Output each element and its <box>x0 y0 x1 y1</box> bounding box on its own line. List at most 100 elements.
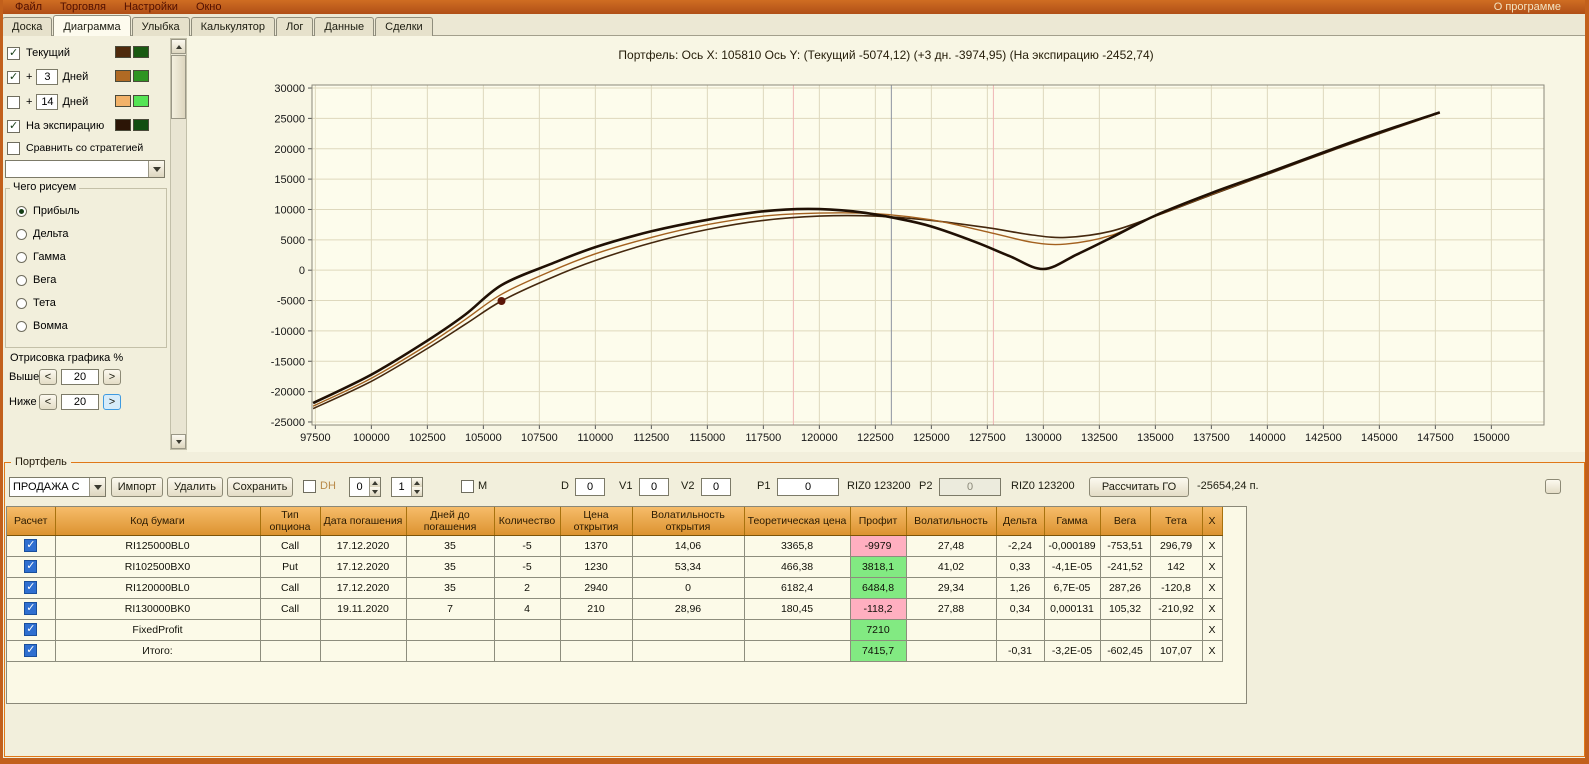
line-checkbox[interactable] <box>7 95 20 109</box>
delete-row-button[interactable]: X <box>1202 640 1223 662</box>
tab[interactable]: Диаграмма <box>53 15 131 36</box>
row-calc-checkbox[interactable] <box>24 601 38 615</box>
column-header[interactable]: Дельта <box>996 507 1045 536</box>
import-button[interactable]: Импорт <box>111 477 163 497</box>
greek-color-swatch[interactable] <box>133 95 149 107</box>
row-calc-checkbox[interactable] <box>24 538 38 552</box>
decrease-button[interactable]: < <box>39 369 57 385</box>
line-checkbox[interactable] <box>7 46 20 60</box>
menu-item[interactable]: Настройки <box>115 1 187 13</box>
spin-down-button[interactable] <box>412 487 422 496</box>
profit-color-swatch[interactable] <box>115 119 131 131</box>
column-header[interactable]: Профит <box>850 507 907 536</box>
menu-item[interactable]: Файл <box>6 1 51 13</box>
radio-option[interactable]: Вега <box>16 272 56 288</box>
row-calc-checkbox[interactable] <box>24 643 38 657</box>
column-header[interactable]: Гамма <box>1044 507 1101 536</box>
spin-down-button[interactable] <box>370 487 380 496</box>
scrollbar-down-button[interactable] <box>171 434 186 449</box>
radio-button[interactable] <box>16 297 27 309</box>
delete-row-button[interactable]: X <box>1202 556 1223 578</box>
radio-button[interactable] <box>16 228 27 240</box>
radio-option[interactable]: Гамма <box>16 249 66 265</box>
days-input[interactable]: 14 <box>36 94 59 110</box>
tab[interactable]: Калькулятор <box>190 17 276 36</box>
column-header[interactable]: Код бумаги <box>55 507 261 536</box>
increase-button[interactable]: > <box>103 369 121 385</box>
profit-color-swatch[interactable] <box>115 70 131 82</box>
column-header[interactable]: Дней до погашения <box>406 507 495 536</box>
delete-row-button[interactable]: X <box>1202 577 1223 599</box>
v2-field[interactable]: 0 <box>701 478 731 496</box>
days-input[interactable]: 3 <box>36 69 59 85</box>
column-header[interactable]: Теоретическая цена <box>744 507 851 536</box>
row-calc-checkbox[interactable] <box>24 580 38 594</box>
tab[interactable]: Улыбка <box>131 17 190 36</box>
calc-go-button[interactable]: Рассчитать ГО <box>1089 477 1189 497</box>
menu-item-about[interactable]: О программе <box>1485 1 1589 13</box>
v1-field[interactable]: 0 <box>639 478 669 496</box>
row-calc-checkbox[interactable] <box>24 622 38 636</box>
spin-up-button[interactable] <box>370 478 380 487</box>
panel-scrollbar[interactable] <box>170 38 187 450</box>
column-header[interactable]: Волатильность <box>906 507 997 536</box>
save-button[interactable]: Сохранить <box>227 477 293 497</box>
line-checkbox[interactable] <box>7 70 20 84</box>
line-checkbox[interactable] <box>7 119 20 133</box>
dh-spinner-2[interactable]: 1 <box>391 477 423 497</box>
dh-spinner-1[interactable]: 0 <box>349 477 381 497</box>
column-header[interactable]: Волатильность открытия <box>632 507 745 536</box>
payoff-chart[interactable]: 97500 100000 102500 105000 107500 110000 11250… <box>187 36 1585 452</box>
increase-button[interactable]: > <box>103 394 121 410</box>
delete-button[interactable]: Удалить <box>167 477 223 497</box>
panel-mini-button[interactable] <box>1545 479 1561 494</box>
scrollbar-up-button[interactable] <box>171 39 186 54</box>
row-calc-checkbox[interactable] <box>24 559 38 573</box>
percent-value[interactable]: 20 <box>61 369 99 385</box>
d-field[interactable]: 0 <box>575 478 605 496</box>
strategy-compare-select[interactable] <box>5 160 165 178</box>
strategy-combo-arrow-button[interactable] <box>89 478 105 496</box>
column-header[interactable]: Вега <box>1100 507 1151 536</box>
radio-option[interactable]: Прибыль <box>16 203 80 219</box>
column-header[interactable]: Расчет <box>7 507 56 536</box>
radio-button[interactable] <box>16 251 27 263</box>
radio-option[interactable]: Тета <box>16 295 56 311</box>
column-header[interactable]: Дата погашения <box>320 507 407 536</box>
spin-up-button[interactable] <box>412 478 422 487</box>
menu-item[interactable]: Окно <box>187 1 231 13</box>
column-header[interactable]: X <box>1202 507 1223 536</box>
greek-color-swatch[interactable] <box>133 46 149 58</box>
radio-option[interactable]: Дельта <box>16 226 69 242</box>
column-header[interactable]: Цена открытия <box>560 507 633 536</box>
radio-button[interactable] <box>16 320 27 332</box>
m-checkbox[interactable] <box>461 480 474 493</box>
dh-checkbox[interactable] <box>303 480 316 493</box>
p1-field[interactable]: 0 <box>777 478 839 496</box>
column-header[interactable]: Тип опциона <box>260 507 321 536</box>
strategy-select[interactable]: ПРОДАЖА С <box>9 477 106 497</box>
profit-color-swatch[interactable] <box>115 95 131 107</box>
menu-item[interactable]: Торговля <box>51 1 115 13</box>
radio-button[interactable] <box>16 274 27 286</box>
tab[interactable]: Сделки <box>375 17 433 36</box>
tab[interactable]: Лог <box>276 17 314 36</box>
column-header[interactable]: Количество <box>494 507 561 536</box>
column-header[interactable]: Тета <box>1150 507 1203 536</box>
radio-button[interactable] <box>16 205 27 217</box>
delete-row-button[interactable]: X <box>1202 619 1223 641</box>
profit-color-swatch[interactable] <box>115 46 131 58</box>
radio-option[interactable]: Вомма <box>16 318 68 334</box>
decrease-button[interactable]: < <box>39 394 57 410</box>
percent-value[interactable]: 20 <box>61 394 99 410</box>
tab[interactable]: Доска <box>2 17 53 36</box>
p2-field[interactable]: 0 <box>939 478 1001 496</box>
greek-color-swatch[interactable] <box>133 70 149 82</box>
scrollbar-thumb[interactable] <box>171 55 186 119</box>
delete-row-button[interactable]: X <box>1202 598 1223 620</box>
tab[interactable]: Данные <box>314 17 375 36</box>
compare-strategy-checkbox[interactable] <box>7 141 20 155</box>
delete-row-button[interactable]: X <box>1202 535 1223 557</box>
combo-arrow-button[interactable] <box>148 161 164 177</box>
greek-color-swatch[interactable] <box>133 119 149 131</box>
